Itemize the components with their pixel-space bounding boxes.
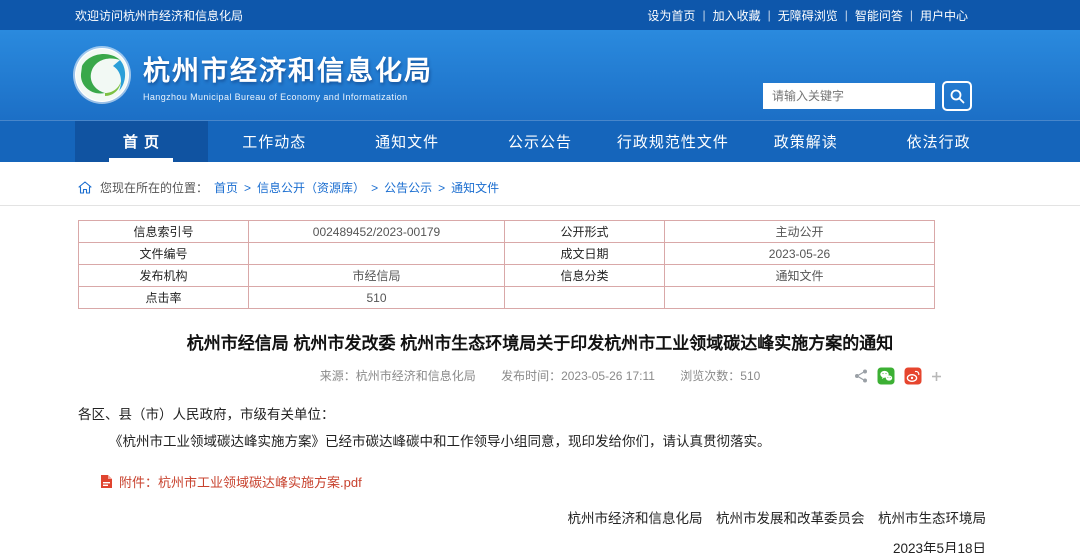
article-paragraph: 各区、县（市）人民政府，市级有关单位：	[78, 401, 1002, 428]
site-header: 杭州市经济和信息化局 Hangzhou Municipal Bureau of …	[0, 30, 1080, 120]
topbar-links: 设为首页 | 加入收藏 | 无障碍浏览 | 智能问答 | 用户中心	[647, 7, 968, 24]
cell-openform-label: 公开形式	[505, 221, 665, 243]
main-nav: 首 页 工作动态 通知文件 公示公告 行政规范性文件 政策解读 依法行政	[0, 120, 1080, 162]
article-views: 浏览次数：510	[680, 369, 760, 383]
share-toolbar	[854, 367, 942, 385]
search-icon	[949, 88, 965, 104]
article-source: 来源：杭州市经济和信息化局	[320, 369, 476, 383]
search-bar	[763, 81, 972, 111]
page: 欢迎访问杭州市经济和信息化局 设为首页 | 加入收藏 | 无障碍浏览 | 智能问…	[0, 0, 1080, 553]
article-title: 杭州市经信局 杭州市发改委 杭州市生态环境局关于印发杭州市工业领域碳达峰实施方案…	[78, 329, 1002, 354]
topbar-separator: |	[910, 8, 913, 22]
nav-item-announcements[interactable]: 公示公告	[474, 121, 607, 162]
breadcrumb-separator: >	[244, 181, 251, 195]
site-subtitle: Hangzhou Municipal Bureau of Economy and…	[143, 92, 433, 102]
attachment-link[interactable]: 附件：杭州市工业领域碳达峰实施方案.pdf	[119, 472, 362, 491]
nav-item-label: 通知文件	[375, 131, 439, 152]
article-meta: 来源：杭州市经济和信息化局 发布时间：2023-05-26 17:11 浏览次数…	[78, 367, 1002, 385]
link-smart-qa[interactable]: 智能问答	[855, 7, 903, 24]
topbar: 欢迎访问杭州市经济和信息化局 设为首页 | 加入收藏 | 无障碍浏览 | 智能问…	[0, 0, 1080, 30]
article-paragraph: 《杭州市工业领域碳达峰实施方案》已经市碳达峰碳中和工作领导小组同意，现印发给你们…	[78, 428, 1002, 455]
cell-category-label: 信息分类	[505, 265, 665, 287]
breadcrumb-prefix: 您现在所在的位置：	[100, 179, 208, 196]
cell-clicks-value: 510	[249, 287, 505, 309]
logo-globe-icon	[75, 48, 129, 102]
info-table: 信息索引号 002489452/2023-00179 公开形式 主动公开 文件编…	[78, 220, 935, 309]
article-body: 各区、县（市）人民政府，市级有关单位： 《杭州市工业领域碳达峰实施方案》已经市碳…	[78, 401, 1002, 455]
weibo-share-icon[interactable]	[904, 367, 922, 385]
topbar-separator: |	[702, 8, 705, 22]
topbar-separator: |	[845, 8, 848, 22]
home-icon	[78, 181, 92, 194]
cell-empty	[665, 287, 935, 309]
breadcrumb-separator: >	[438, 181, 445, 195]
nav-item-label: 政策解读	[774, 131, 838, 152]
cell-date-value: 2023-05-26	[665, 243, 935, 265]
table-row: 信息索引号 002489452/2023-00179 公开形式 主动公开	[79, 221, 935, 243]
nav-item-label: 行政规范性文件	[617, 131, 729, 152]
table-row: 点击率 510	[79, 287, 935, 309]
breadcrumb-separator: >	[371, 181, 378, 195]
search-button[interactable]	[942, 81, 972, 111]
site-title: 杭州市经济和信息化局	[143, 49, 433, 88]
breadcrumb: 您现在所在的位置： 首页 > 信息公开（资源库） > 公告公示 > 通知文件	[0, 170, 1080, 206]
cell-agency-label: 发布机构	[79, 265, 249, 287]
nav-item-work-news[interactable]: 工作动态	[208, 121, 341, 162]
nav-item-notice-files[interactable]: 通知文件	[341, 121, 474, 162]
table-row: 发布机构 市经信局 信息分类 通知文件	[79, 265, 935, 287]
main-content: 信息索引号 002489452/2023-00179 公开形式 主动公开 文件编…	[0, 220, 1080, 553]
cell-agency-value: 市经信局	[249, 265, 505, 287]
table-row: 文件编号 成文日期 2023-05-26	[79, 243, 935, 265]
cell-empty	[505, 287, 665, 309]
cell-index-value: 002489452/2023-00179	[249, 221, 505, 243]
cell-openform-value: 主动公开	[665, 221, 935, 243]
article-date: 2023年5月18日	[78, 537, 1002, 553]
cell-clicks-label: 点击率	[79, 287, 249, 309]
article-publish-time: 发布时间：2023-05-26 17:11	[501, 369, 655, 383]
nav-item-label: 公示公告	[508, 131, 572, 152]
site-logo[interactable]	[75, 48, 129, 102]
article-signature: 杭州市经济和信息化局 杭州市发展和改革委员会 杭州市生态环境局	[78, 507, 1002, 527]
cell-index-label: 信息索引号	[79, 221, 249, 243]
wechat-share-icon[interactable]	[877, 367, 895, 385]
link-user-center[interactable]: 用户中心	[920, 7, 968, 24]
share-icon[interactable]	[854, 369, 868, 383]
site-title-block: 杭州市经济和信息化局 Hangzhou Municipal Bureau of …	[143, 49, 433, 102]
nav-item-law-admin[interactable]: 依法行政	[872, 121, 1005, 162]
search-input[interactable]	[763, 83, 935, 109]
link-add-favorite[interactable]: 加入收藏	[713, 7, 761, 24]
nav-item-label: 依法行政	[907, 131, 971, 152]
topbar-separator: |	[768, 8, 771, 22]
cell-date-label: 成文日期	[505, 243, 665, 265]
cell-docnum-label: 文件编号	[79, 243, 249, 265]
breadcrumb-link-home[interactable]: 首页	[214, 179, 238, 196]
cell-docnum-value	[249, 243, 505, 265]
breadcrumb-link-announcements[interactable]: 公告公示	[384, 179, 432, 196]
breadcrumb-link-info-disclosure[interactable]: 信息公开（资源库）	[257, 179, 365, 196]
nav-item-policy-interpretation[interactable]: 政策解读	[739, 121, 872, 162]
nav-item-label: 工作动态	[242, 131, 306, 152]
nav-item-regulatory-files[interactable]: 行政规范性文件	[606, 121, 739, 162]
link-accessibility[interactable]: 无障碍浏览	[778, 7, 838, 24]
link-set-homepage[interactable]: 设为首页	[647, 7, 695, 24]
breadcrumb-link-notice-files[interactable]: 通知文件	[451, 179, 499, 196]
nav-item-home[interactable]: 首 页	[75, 121, 208, 162]
more-share-icon[interactable]	[931, 371, 942, 382]
cell-category-value: 通知文件	[665, 265, 935, 287]
nav-item-label: 首 页	[123, 131, 160, 152]
attachment-row: 附件：杭州市工业领域碳达峰实施方案.pdf	[100, 472, 1002, 491]
pdf-icon	[100, 474, 113, 489]
topbar-welcome-text: 欢迎访问杭州市经济和信息化局	[75, 7, 243, 24]
